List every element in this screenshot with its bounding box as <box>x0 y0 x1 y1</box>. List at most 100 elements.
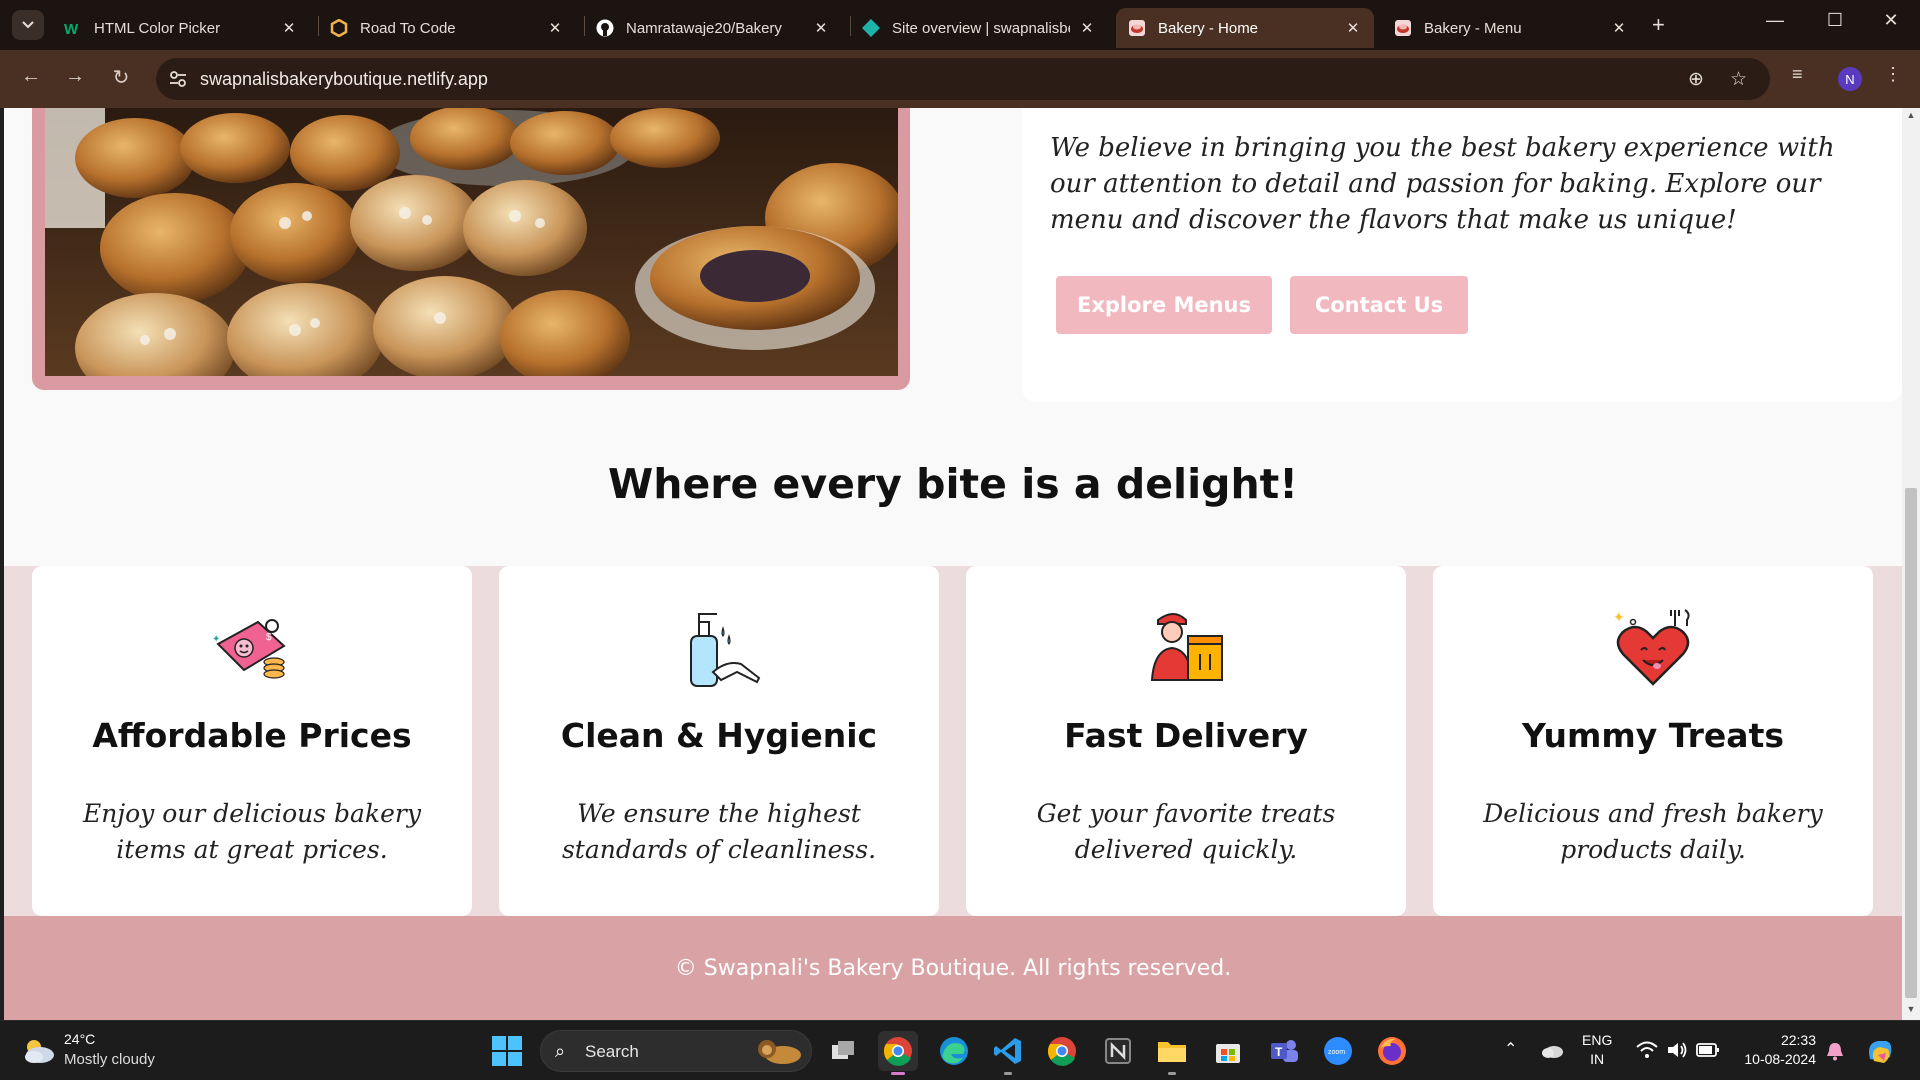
wifi-icon[interactable] <box>1636 1040 1658 1060</box>
back-icon[interactable]: ← <box>16 65 46 88</box>
tab-title: Bakery - Menu <box>1424 19 1522 37</box>
weather-condition[interactable]: Mostly cloudy <box>64 1051 155 1068</box>
page-footer: © Swapnali's Bakery Boutique. All rights… <box>4 916 1902 1020</box>
w3schools-icon: W <box>64 19 82 37</box>
svg-text:T: T <box>1275 1045 1283 1059</box>
footer-copyright: © Swapnali's Bakery Boutique. All rights… <box>674 956 1232 981</box>
yummy-heart-icon: ✦ <box>1613 609 1690 686</box>
profile-avatar[interactable]: N <box>1838 67 1862 91</box>
weather-temperature[interactable]: 24°C <box>64 1031 95 1047</box>
feature-card-clean-hygienic: Clean & Hygienic We ensure the highest s… <box>499 566 939 916</box>
close-tab-icon[interactable]: ✕ <box>280 19 298 37</box>
tab-bakery-menu[interactable]: Bakery - Menu ✕ <box>1382 8 1640 48</box>
svg-text:W: W <box>64 21 79 36</box>
url-text: swapnalisbakeryboutique.netlify.app <box>200 69 488 89</box>
close-tab-icon[interactable]: ✕ <box>546 19 564 37</box>
close-tab-icon[interactable]: ✕ <box>1078 19 1096 37</box>
price-tag-icon: $ ✦ <box>212 619 286 679</box>
task-view-icon[interactable] <box>824 1031 864 1071</box>
close-tab-icon[interactable]: ✕ <box>812 19 830 37</box>
new-tab-icon[interactable]: + <box>1652 12 1665 38</box>
cloudy-weather-icon[interactable] <box>20 1035 56 1065</box>
browser-toolbar: ← → ↻ swapnalisbakeryboutique.netlify.ap… <box>0 50 1920 108</box>
tab-github-bakery[interactable]: Namratawaje20/Bakery ✕ <box>584 8 842 48</box>
features-section: $ ✦ Affordable Prices Enjoy our deliciou… <box>4 566 1902 916</box>
search-highlight-lion-icon <box>758 1040 801 1064</box>
feature-title: Clean & Hygienic <box>560 716 878 755</box>
zoom-icon[interactable]: ⊕ <box>1688 68 1704 91</box>
show-hidden-icons-icon[interactable]: ⌃ <box>1504 1039 1517 1059</box>
copilot-icon[interactable] <box>1864 1035 1896 1067</box>
page-scrollbar[interactable]: ▲ ▼ <box>1902 108 1920 1020</box>
forward-icon[interactable]: → <box>60 65 90 88</box>
chrome-alt-taskbar-icon[interactable] <box>1042 1031 1082 1071</box>
close-tab-icon[interactable]: ✕ <box>1344 19 1362 37</box>
search-icon: ⌕ <box>555 1041 566 1061</box>
scroll-up-icon[interactable]: ▲ <box>1906 110 1916 120</box>
feature-title: Affordable Prices <box>92 716 412 755</box>
notion-taskbar-icon[interactable] <box>1098 1031 1138 1071</box>
volume-icon[interactable] <box>1666 1040 1688 1060</box>
firefox-taskbar-icon[interactable] <box>1372 1031 1412 1071</box>
scrollbar-thumb[interactable] <box>1905 488 1917 998</box>
language-code: ENG <box>1582 1032 1613 1048</box>
onedrive-icon[interactable] <box>1540 1041 1564 1059</box>
battery-icon[interactable] <box>1696 1042 1720 1058</box>
bakery-icon <box>1128 19 1146 37</box>
explore-menus-button[interactable]: Explore Menus <box>1056 276 1272 334</box>
language-indicator[interactable]: ENG IN <box>1582 1031 1612 1069</box>
scroll-down-icon[interactable]: ▼ <box>1906 1004 1916 1014</box>
section-heading: Where every bite is a delight! <box>608 460 1298 508</box>
tab-title: Bakery - Home <box>1158 19 1259 37</box>
bookmark-star-icon[interactable]: ☆ <box>1730 68 1747 91</box>
chrome-taskbar-icon[interactable] <box>878 1031 918 1075</box>
netlify-icon <box>862 19 880 37</box>
github-icon <box>596 19 614 37</box>
close-tab-icon[interactable]: ✕ <box>1610 19 1628 37</box>
feature-description: Get your favorite treats delivered quick… <box>1036 799 1336 864</box>
notification-bell-icon[interactable] <box>1826 1041 1844 1061</box>
search-label: Search <box>585 1042 639 1061</box>
page-viewport: We believe in bringing you the best bake… <box>4 108 1902 1020</box>
svg-text:zoom: zoom <box>1328 1049 1345 1056</box>
edge-taskbar-icon[interactable] <box>934 1031 974 1071</box>
clock-date: 10-08-2024 <box>1744 1051 1816 1067</box>
tab-title: HTML Color Picker <box>94 19 221 37</box>
teams-taskbar-icon[interactable]: T <box>1264 1031 1304 1071</box>
windows-start-icon[interactable] <box>492 1036 522 1066</box>
tab-search-button[interactable] <box>12 10 44 40</box>
media-queue-icon[interactable]: ≡ <box>1792 64 1803 85</box>
address-bar[interactable]: swapnalisbakeryboutique.netlify.app ⊕ ☆ <box>156 58 1770 100</box>
tab-html-color-picker[interactable]: W HTML Color Picker ✕ <box>52 8 310 48</box>
minimize-icon[interactable]: — <box>1752 10 1798 31</box>
tab-bakery-home[interactable]: Bakery - Home ✕ <box>1116 8 1374 48</box>
zoom-taskbar-icon[interactable]: zoom <box>1318 1031 1358 1071</box>
hexagon-icon <box>330 19 348 37</box>
feature-card-affordable-prices: $ ✦ Affordable Prices Enjoy our deliciou… <box>32 566 472 916</box>
feature-description: Delicious and fresh bakery products dail… <box>1483 799 1823 864</box>
microsoft-store-taskbar-icon[interactable] <box>1208 1031 1248 1071</box>
system-clock[interactable]: 22:33 10-08-2024 <box>1730 1031 1816 1069</box>
vscode-taskbar-icon[interactable] <box>988 1031 1028 1075</box>
tab-netlify-site-overview[interactable]: Site overview | swapnalisbe ✕ <box>850 8 1108 48</box>
bakery-icon <box>1394 19 1412 37</box>
feature-card-yummy-treats: ✦ Yummy Treats Delicious and fresh baker… <box>1433 566 1873 916</box>
close-window-icon[interactable]: ✕ <box>1868 10 1914 31</box>
feature-description: Enjoy our delicious bakery items at grea… <box>83 799 421 864</box>
feature-card-fast-delivery: Fast Delivery Get your favorite treats d… <box>966 566 1406 916</box>
file-explorer-taskbar-icon[interactable] <box>1152 1031 1192 1075</box>
taskbar-search[interactable]: ⌕ Search <box>540 1030 812 1072</box>
taskbar: 24°C Mostly cloudy ⌕ Search T zoom ⌃ ENG… <box>0 1020 1920 1080</box>
maximize-icon[interactable]: ☐ <box>1812 10 1858 31</box>
contact-us-button[interactable]: Contact Us <box>1290 276 1468 334</box>
tab-title: Site overview | swapnalisbe <box>892 19 1070 37</box>
site-info-icon[interactable] <box>168 69 188 89</box>
delivery-person-icon <box>1150 613 1223 681</box>
hero-tagline: We believe in bringing you the best bake… <box>1050 133 1835 235</box>
menu-dots-icon[interactable]: ⋮ <box>1884 64 1902 85</box>
reload-icon[interactable]: ↻ <box>106 65 136 90</box>
svg-text:✦: ✦ <box>1613 610 1625 626</box>
tab-road-to-code[interactable]: Road To Code ✕ <box>318 8 576 48</box>
chevron-down-icon <box>22 21 34 29</box>
feature-title: Fast Delivery <box>1064 716 1308 755</box>
